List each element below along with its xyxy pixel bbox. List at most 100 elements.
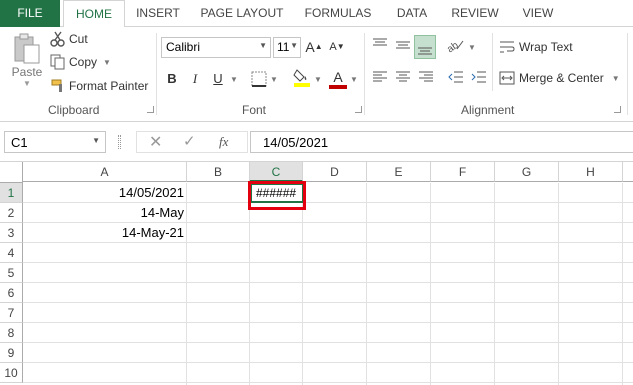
column-header-d[interactable]: D bbox=[303, 162, 367, 182]
font-name-value: Calibri bbox=[166, 40, 201, 54]
orientation-button[interactable]: ab bbox=[445, 37, 466, 57]
row-header-9[interactable]: 9 bbox=[0, 343, 23, 363]
merge-center-icon bbox=[499, 71, 515, 85]
column-header-g[interactable]: G bbox=[495, 162, 559, 182]
name-box-value: C1 bbox=[11, 135, 28, 150]
tab-review[interactable]: REVIEW bbox=[446, 0, 504, 27]
fill-color-dropdown-icon: ▼ bbox=[314, 75, 322, 84]
formula-input[interactable]: 14/05/2021 bbox=[250, 131, 633, 153]
cut-button[interactable]: Cut bbox=[50, 31, 88, 47]
row-header-7[interactable]: 7 bbox=[0, 303, 23, 323]
copy-label: Copy bbox=[69, 55, 98, 69]
align-right-button[interactable] bbox=[416, 69, 436, 89]
paint-bucket-icon bbox=[293, 69, 310, 87]
align-right-icon bbox=[419, 71, 433, 82]
wrap-text-button[interactable]: Wrap Text bbox=[499, 39, 573, 55]
worksheet-grid[interactable]: A B C D E F G H 1 2 3 4 5 6 7 8 9 10 14/… bbox=[0, 162, 633, 385]
divider bbox=[364, 33, 365, 115]
underline-dropdown-icon: ▼ bbox=[230, 75, 238, 84]
decrease-indent-button[interactable] bbox=[446, 69, 466, 89]
column-header-b[interactable]: B bbox=[187, 162, 250, 182]
row-header-3[interactable]: 3 bbox=[0, 223, 23, 243]
cell-a2[interactable]: 14-May bbox=[23, 203, 187, 223]
fill-color-button[interactable] bbox=[292, 67, 312, 87]
row-header-8[interactable]: 8 bbox=[0, 323, 23, 343]
paste-icon bbox=[14, 33, 40, 64]
row-header-2[interactable]: 2 bbox=[0, 203, 23, 223]
divider bbox=[627, 33, 628, 115]
align-left-button[interactable] bbox=[370, 69, 390, 89]
font-size-dropdown[interactable]: 11 ▼ bbox=[273, 37, 301, 58]
copy-dropdown-icon: ▼ bbox=[103, 57, 111, 67]
column-header-a[interactable]: A bbox=[23, 162, 187, 182]
tab-page-layout[interactable]: PAGE LAYOUT bbox=[196, 0, 288, 27]
font-color-letter: A bbox=[333, 69, 343, 85]
paste-label: Paste bbox=[11, 65, 43, 79]
copy-button[interactable]: Copy ▼ bbox=[50, 54, 111, 70]
select-all-corner[interactable] bbox=[0, 162, 23, 183]
column-header-c[interactable]: C bbox=[250, 162, 303, 182]
ribbon-home: Paste ▼ Cut Copy ▼ Format Painter Clipbo… bbox=[0, 27, 633, 122]
row-header-5[interactable]: 5 bbox=[0, 263, 23, 283]
center-button[interactable] bbox=[393, 69, 413, 89]
cell-a1[interactable]: 14/05/2021 bbox=[23, 183, 187, 203]
enter-icon[interactable]: ✓ bbox=[183, 132, 196, 150]
borders-dropdown-icon: ▼ bbox=[270, 75, 278, 84]
increase-font-size-button[interactable]: A▲ bbox=[304, 37, 324, 57]
paste-dropdown-icon: ▼ bbox=[23, 79, 31, 88]
align-center-icon bbox=[396, 71, 410, 82]
row-header-10[interactable]: 10 bbox=[0, 363, 23, 383]
divider bbox=[492, 33, 493, 91]
row-header-6[interactable]: 6 bbox=[0, 283, 23, 303]
row-header-1[interactable]: 1 bbox=[0, 183, 23, 203]
tab-insert[interactable]: INSERT bbox=[130, 0, 186, 27]
merge-center-button[interactable]: Merge & Center ▼ bbox=[499, 70, 620, 86]
cell-a3[interactable]: 14-May-21 bbox=[23, 223, 187, 243]
italic-button[interactable]: I bbox=[185, 69, 205, 89]
format-painter-button[interactable]: Format Painter bbox=[50, 78, 148, 94]
orientation-dropdown-icon: ▼ bbox=[468, 43, 476, 52]
clipboard-group-label: Clipboard bbox=[48, 103, 100, 117]
borders-icon bbox=[251, 71, 267, 87]
align-top-icon bbox=[373, 38, 387, 46]
formula-bar: C1 ▼ ✕ ✓ fx 14/05/2021 bbox=[0, 122, 633, 162]
alignment-dialog-launcher[interactable] bbox=[614, 106, 621, 113]
name-box[interactable]: C1 ▼ bbox=[4, 131, 106, 153]
bold-button[interactable]: B bbox=[162, 69, 182, 89]
column-header-h[interactable]: H bbox=[559, 162, 623, 182]
cancel-icon[interactable]: ✕ bbox=[149, 132, 162, 152]
tab-data[interactable]: DATA bbox=[388, 0, 436, 27]
scissors-icon bbox=[50, 31, 65, 47]
align-left-icon bbox=[373, 71, 387, 82]
underline-button[interactable]: U bbox=[208, 69, 228, 89]
formula-buttons: ✕ ✓ fx bbox=[136, 131, 248, 153]
column-header-partial[interactable] bbox=[623, 162, 633, 182]
top-align-button[interactable] bbox=[370, 37, 390, 57]
tab-formulas[interactable]: FORMULAS bbox=[298, 0, 378, 27]
font-dialog-launcher[interactable] bbox=[355, 106, 362, 113]
alignment-group-label: Alignment bbox=[461, 103, 515, 117]
formula-bar-splitter[interactable] bbox=[118, 135, 121, 149]
bottom-align-button[interactable] bbox=[414, 35, 436, 59]
tab-home[interactable]: HOME bbox=[63, 0, 125, 28]
font-color-button[interactable]: A bbox=[328, 67, 348, 89]
paste-button[interactable]: Paste ▼ bbox=[8, 33, 46, 88]
increase-indent-button[interactable] bbox=[469, 69, 489, 89]
font-group-label: Font bbox=[242, 103, 267, 117]
tab-view[interactable]: VIEW bbox=[514, 0, 562, 27]
column-header-e[interactable]: E bbox=[367, 162, 431, 182]
decrease-font-size-button[interactable]: A▼ bbox=[327, 37, 347, 57]
tab-file[interactable]: FILE bbox=[0, 0, 60, 27]
merge-dropdown-icon: ▼ bbox=[611, 73, 620, 83]
insert-function-icon[interactable]: fx bbox=[219, 134, 228, 150]
middle-align-button[interactable] bbox=[393, 37, 413, 57]
orientation-icon: ab bbox=[445, 40, 464, 55]
row-header-4[interactable]: 4 bbox=[0, 243, 23, 263]
column-header-f[interactable]: F bbox=[431, 162, 495, 182]
borders-button[interactable] bbox=[249, 69, 269, 89]
font-name-dropdown[interactable]: Calibri ▼ bbox=[161, 37, 271, 58]
clipboard-dialog-launcher[interactable] bbox=[147, 106, 154, 113]
align-bottom-icon bbox=[418, 47, 432, 55]
increase-indent-icon bbox=[471, 71, 486, 83]
shrink-font-icon: A bbox=[329, 41, 337, 53]
